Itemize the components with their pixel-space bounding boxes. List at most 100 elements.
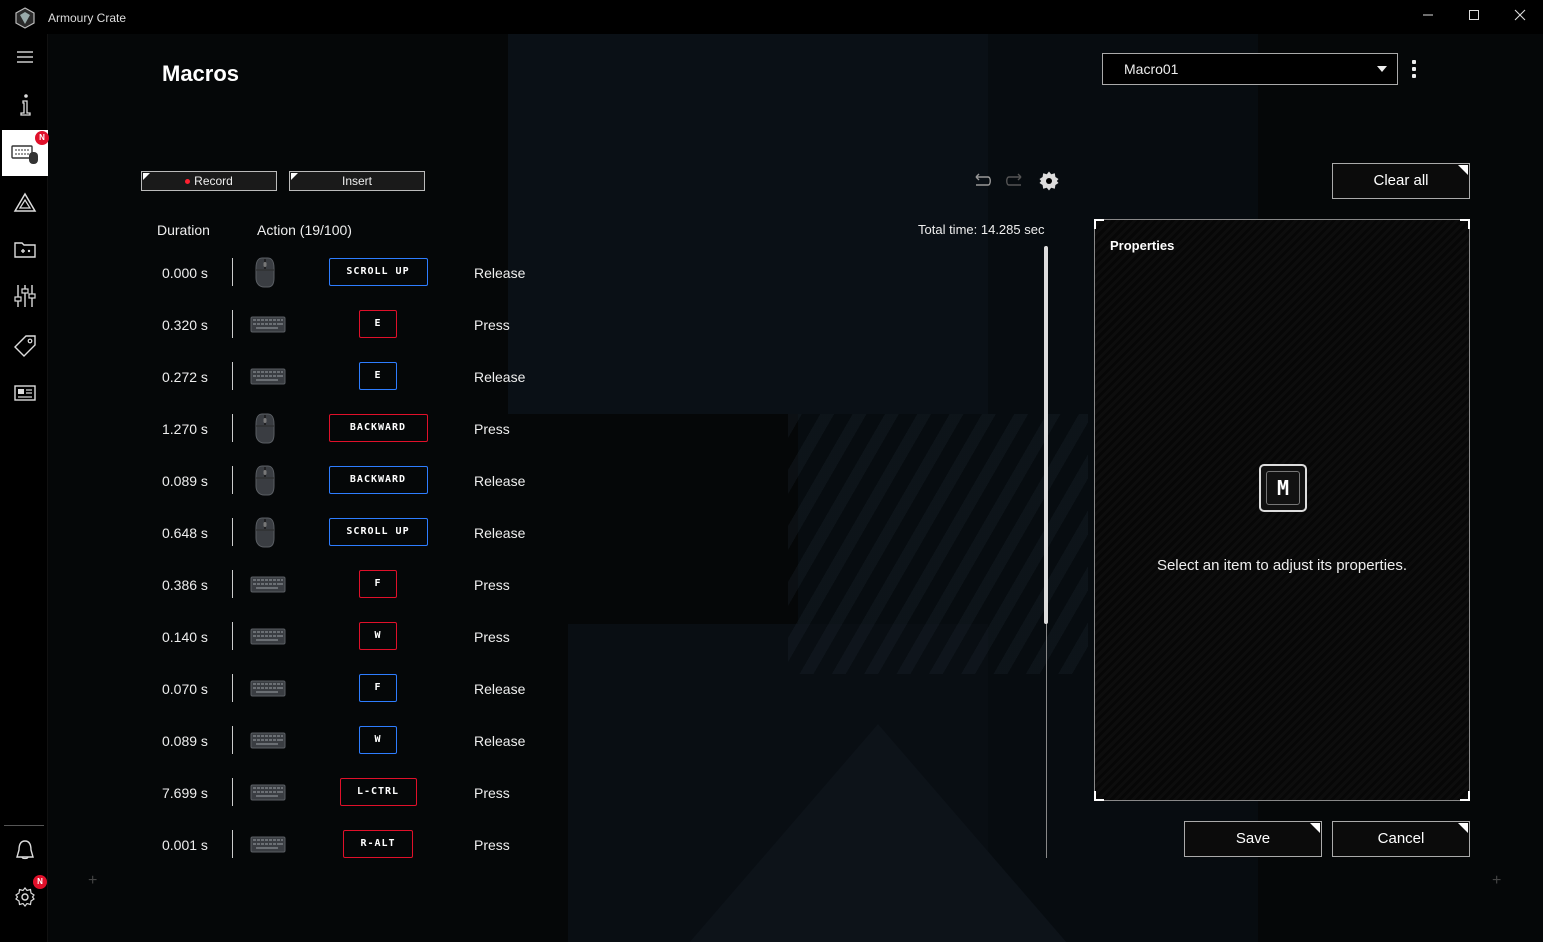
- sidebar-item-device[interactable]: N: [2, 130, 49, 176]
- sidebar-item-user[interactable]: [2, 827, 48, 873]
- info-icon: [20, 94, 31, 116]
- list-scrollbar[interactable]: [1043, 246, 1049, 858]
- row-duration[interactable]: 0.272 s: [162, 369, 208, 385]
- keyboard-icon: [250, 308, 286, 340]
- macro-select-value: Macro01: [1124, 61, 1179, 77]
- row-duration[interactable]: 0.000 s: [162, 265, 208, 281]
- mouse-icon: [250, 464, 286, 496]
- row-event[interactable]: Press: [474, 837, 510, 853]
- table-row[interactable]: 0.272 s E Release: [140, 352, 1040, 404]
- row-divider: [232, 310, 233, 338]
- sidebar-item-info[interactable]: [2, 82, 48, 128]
- keyboard-icon: [250, 620, 286, 652]
- minimize-button[interactable]: [1405, 0, 1451, 34]
- row-event[interactable]: Press: [474, 629, 510, 645]
- row-event[interactable]: Release: [474, 265, 525, 281]
- table-row[interactable]: 0.648 s SCROLL UP Release: [140, 508, 1040, 560]
- row-event[interactable]: Release: [474, 369, 525, 385]
- clear-all-button[interactable]: Clear all: [1332, 163, 1470, 199]
- sidebar-item-aura[interactable]: [2, 180, 48, 226]
- table-row[interactable]: 0.089 s W Release: [140, 716, 1040, 768]
- insert-button[interactable]: Insert: [289, 171, 425, 191]
- sidebar-menu-button[interactable]: [2, 34, 48, 80]
- app-logo-icon: [15, 7, 35, 29]
- row-event[interactable]: Press: [474, 785, 510, 801]
- keyboard-icon: [250, 568, 286, 600]
- panel-corner: [1460, 791, 1470, 801]
- row-event[interactable]: Release: [474, 681, 525, 697]
- kebab-dot: [1412, 74, 1416, 78]
- properties-title: Properties: [1110, 238, 1175, 253]
- row-divider: [232, 778, 233, 806]
- gear-icon[interactable]: [1038, 170, 1060, 192]
- row-divider: [232, 674, 233, 702]
- row-key-badge[interactable]: F: [359, 570, 397, 598]
- row-key-badge[interactable]: E: [359, 310, 397, 338]
- row-event[interactable]: Press: [474, 317, 510, 333]
- row-duration[interactable]: 0.001 s: [162, 837, 208, 853]
- sidebar-divider: [4, 825, 44, 826]
- duration-header: Duration: [157, 222, 210, 238]
- row-duration[interactable]: 7.699 s: [162, 785, 208, 801]
- record-button[interactable]: Record: [141, 171, 277, 191]
- page-title: Macros: [162, 61, 240, 86]
- scroll-thumb[interactable]: [1044, 246, 1048, 624]
- row-duration[interactable]: 0.089 s: [162, 733, 208, 749]
- row-event[interactable]: Release: [474, 733, 525, 749]
- row-key-badge[interactable]: BACKWARD: [328, 466, 428, 494]
- table-row[interactable]: 1.270 s BACKWARD Press: [140, 404, 1040, 456]
- table-row[interactable]: 0.000 s SCROLL UP Release: [140, 248, 1040, 300]
- sidebar-item-news[interactable]: [2, 370, 48, 416]
- row-duration[interactable]: 0.070 s: [162, 681, 208, 697]
- table-row[interactable]: 0.320 s E Press: [140, 300, 1040, 352]
- cancel-button[interactable]: Cancel: [1332, 821, 1470, 857]
- row-key-badge[interactable]: W: [359, 726, 397, 754]
- sidebar-item-game-library[interactable]: [2, 226, 48, 272]
- row-key-badge[interactable]: SCROLL UP: [328, 258, 428, 286]
- row-key-badge[interactable]: F: [359, 674, 397, 702]
- row-key-badge[interactable]: SCROLL UP: [328, 518, 428, 546]
- row-key-badge[interactable]: BACKWARD: [328, 414, 428, 442]
- panel-corner: [1094, 791, 1104, 801]
- row-divider: [232, 570, 233, 598]
- maximize-icon: [1469, 10, 1479, 20]
- row-event[interactable]: Release: [474, 525, 525, 541]
- row-duration[interactable]: 0.320 s: [162, 317, 208, 333]
- table-row[interactable]: 0.140 s W Press: [140, 612, 1040, 664]
- more-options-button[interactable]: [1407, 58, 1421, 80]
- redo-icon[interactable]: [1005, 170, 1027, 192]
- table-row[interactable]: 0.070 s F Release: [140, 664, 1040, 716]
- row-duration[interactable]: 0.140 s: [162, 629, 208, 645]
- close-button[interactable]: [1497, 0, 1543, 34]
- row-duration[interactable]: 0.089 s: [162, 473, 208, 489]
- undo-icon[interactable]: [970, 170, 992, 192]
- sidebar: N N: [0, 34, 49, 942]
- row-duration[interactable]: 1.270 s: [162, 421, 208, 437]
- macro-select[interactable]: Macro01: [1102, 53, 1398, 85]
- sidebar-item-deals[interactable]: [2, 323, 48, 369]
- table-row[interactable]: 0.089 s BACKWARD Release: [140, 456, 1040, 508]
- row-key-badge[interactable]: R-ALT: [343, 830, 413, 858]
- user-icon: [16, 840, 34, 860]
- sidebar-item-settings[interactable]: N: [2, 874, 48, 920]
- row-event[interactable]: Press: [474, 421, 510, 437]
- table-row[interactable]: 0.001 s R-ALT Press: [140, 820, 1040, 858]
- row-key-badge[interactable]: W: [359, 622, 397, 650]
- device-icon: [11, 145, 38, 164]
- row-divider: [232, 362, 233, 390]
- sidebar-item-scenario-profiles[interactable]: [2, 273, 48, 319]
- maximize-button[interactable]: [1451, 0, 1497, 34]
- table-row[interactable]: 7.699 s L-CTRL Press: [140, 768, 1040, 820]
- save-button[interactable]: Save: [1184, 821, 1322, 857]
- row-divider: [232, 518, 233, 546]
- row-duration[interactable]: 0.648 s: [162, 525, 208, 541]
- table-row[interactable]: 0.386 s F Press: [140, 560, 1040, 612]
- row-duration[interactable]: 0.386 s: [162, 577, 208, 593]
- row-event[interactable]: Release: [474, 473, 525, 489]
- row-key-badge[interactable]: L-CTRL: [339, 778, 417, 806]
- decor-plus: +: [88, 872, 98, 889]
- row-key-badge[interactable]: E: [359, 362, 397, 390]
- row-event[interactable]: Press: [474, 577, 510, 593]
- notification-badge: N: [35, 131, 49, 145]
- panel-corner: [1460, 219, 1470, 229]
